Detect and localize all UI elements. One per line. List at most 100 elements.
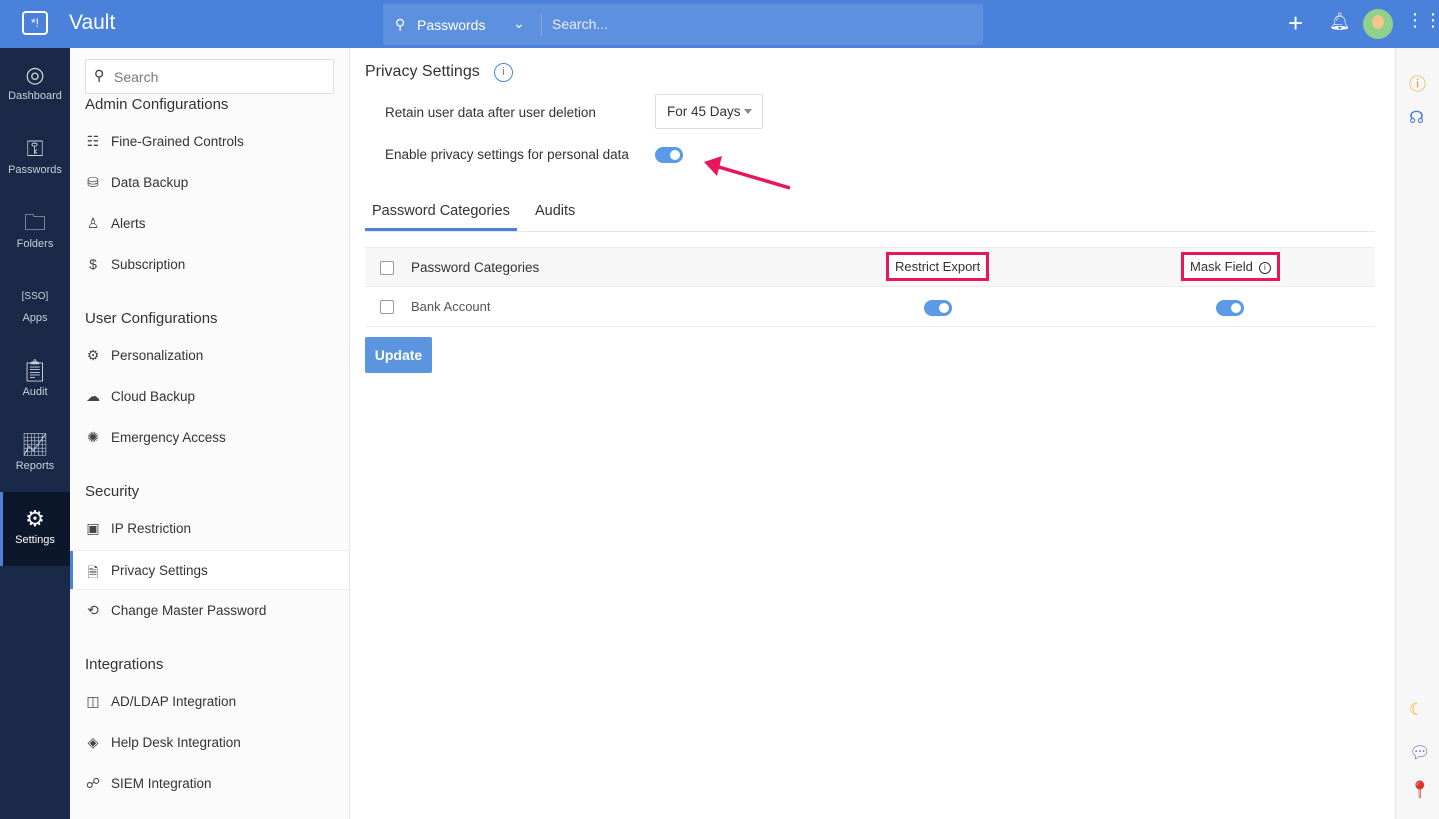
- sidebar-item-label: Change Master Password: [111, 603, 267, 618]
- app-title: Vault: [69, 11, 116, 34]
- annotation-arrow-icon: [704, 156, 791, 190]
- sidebar-item-alerts[interactable]: ♙ Alerts: [70, 204, 349, 244]
- nav-dashboard[interactable]: ◎ Dashboard: [0, 48, 70, 122]
- table-header-row: Password Categories Restrict Export Mask…: [365, 247, 1375, 287]
- nav-passwords[interactable]: ⚿ Passwords: [0, 122, 70, 196]
- nav-reports[interactable]: 📈︎ Reports: [0, 418, 70, 492]
- info-icon[interactable]: i: [494, 63, 513, 82]
- folder-icon: 🗀: [23, 210, 46, 235]
- sidebar-item-data-backup[interactable]: ⛁ Data Backup: [70, 163, 349, 203]
- group-title: User Configurations: [85, 310, 218, 327]
- chat-icon[interactable]: 💬︎: [1409, 743, 1431, 763]
- info-icon[interactable]: i: [1258, 262, 1271, 274]
- document-icon: 🗎: [87, 564, 99, 580]
- bell-icon[interactable]: 🔔︎: [1329, 12, 1351, 32]
- tab-bar: Password Categories Audits: [365, 198, 1375, 232]
- sidebar-item-label: Personalization: [111, 348, 204, 363]
- tab-audits[interactable]: Audits: [535, 203, 575, 219]
- select-all-checkbox[interactable]: [380, 261, 394, 275]
- nav-audit[interactable]: 📋︎ Audit: [0, 344, 70, 418]
- sidebar-item-ip-restriction[interactable]: ▣ IP Restriction: [70, 509, 349, 549]
- caret-down-icon: [744, 109, 752, 118]
- compass-icon: ◎: [25, 62, 45, 87]
- group-title: Integrations: [85, 656, 164, 673]
- sidebar-item-label: Alerts: [111, 216, 146, 231]
- sso-icon: [SSO]: [21, 291, 49, 302]
- settings-search-input[interactable]: ⚲ Search: [85, 59, 334, 94]
- sidebar-item-label: IP Restriction: [111, 521, 192, 536]
- sidebar-item-label: Privacy Settings: [111, 563, 208, 578]
- nav-apps[interactable]: [SSO] Apps: [0, 270, 70, 344]
- key-icon: ⚿: [26, 136, 44, 161]
- moon-icon[interactable]: ☾: [1409, 700, 1424, 720]
- nav-label: Audit: [22, 386, 48, 398]
- tab-password-categories[interactable]: Password Categories: [365, 203, 517, 231]
- nav-label: Passwords: [8, 164, 62, 176]
- sidebar-item-label: Help Desk Integration: [111, 735, 241, 750]
- directory-icon: ◫: [86, 693, 100, 709]
- select-value: For 45 Days: [667, 104, 741, 119]
- sidebar-item-label: Fine-Grained Controls: [111, 134, 244, 149]
- sidebar-item-label: SIEM Integration: [111, 776, 212, 791]
- search-icon: ⚲: [94, 67, 105, 83]
- settings-sidebar: ⚲ Search Admin Configurations ☷ Fine-Grain…: [70, 48, 350, 819]
- enable-privacy-toggle[interactable]: [655, 147, 683, 163]
- sidebar-item-label: AD/LDAP Integration: [111, 694, 237, 709]
- categories-table: Password Categories Restrict Export Mask…: [365, 247, 1375, 327]
- sliders-icon: ☷: [86, 133, 100, 149]
- restrict-export-toggle[interactable]: [924, 300, 952, 316]
- siem-icon: ☍: [85, 775, 101, 791]
- nav-folders[interactable]: 🗀 Folders: [0, 196, 70, 270]
- row-checkbox[interactable]: [380, 300, 394, 314]
- sidebar-item-fine-grained-controls[interactable]: ☷ Fine-Grained Controls: [70, 122, 349, 162]
- cloud-icon: ☁: [86, 388, 100, 404]
- retain-duration-select[interactable]: For 45 Days: [655, 94, 763, 129]
- global-search[interactable]: ⚲ Passwords ⌄ Search...: [383, 4, 983, 45]
- top-bar: *! Vault ⚲ Passwords ⌄ Search... + 🔔︎ ⋮⋮…: [0, 0, 1439, 48]
- main-content: Privacy Settings i Retain user data afte…: [350, 48, 1395, 819]
- help-icon[interactable]: ⓘ: [1409, 70, 1426, 95]
- divider: [541, 14, 542, 36]
- header-mask-field-label: Mask Field: [1190, 259, 1253, 274]
- sidebar-item-help-desk[interactable]: ◈ Help Desk Integration: [70, 723, 349, 763]
- sidebar-item-label: Subscription: [111, 257, 186, 272]
- sidebar-item-emergency-access[interactable]: ✺ Emergency Access: [70, 418, 349, 458]
- nav-label: Folders: [16, 238, 54, 250]
- emergency-icon: ✺: [87, 429, 99, 445]
- sidebar-item-privacy-settings[interactable]: 🗎 Privacy Settings: [70, 550, 349, 590]
- nav-label: Apps: [22, 312, 48, 324]
- sidebar-item-label: Emergency Access: [111, 430, 226, 445]
- header-password-categories: Password Categories: [411, 260, 540, 275]
- key-cycle-icon: ⟲: [87, 602, 99, 618]
- sidebar-item-subscription[interactable]: $ Subscription: [70, 245, 349, 285]
- monitor-icon: ▣: [86, 520, 100, 536]
- sidebar-item-siem[interactable]: ☍ SIEM Integration: [70, 764, 349, 804]
- sidebar-item-ad-ldap[interactable]: ◫ AD/LDAP Integration: [70, 682, 349, 722]
- apps-grid-icon[interactable]: ⋮⋮⋮: [1406, 10, 1439, 31]
- nav-settings[interactable]: ⚙ Settings: [0, 492, 70, 566]
- gear-icon: ⚙: [25, 506, 45, 531]
- vault-logo-icon: *!: [22, 11, 48, 35]
- page-title: Privacy Settings: [365, 63, 480, 80]
- mask-field-toggle[interactable]: [1216, 300, 1244, 316]
- sidebar-item-cloud-backup[interactable]: ☁ Cloud Backup: [70, 377, 349, 417]
- location-pin-icon[interactable]: 📍︎: [1409, 780, 1431, 800]
- avatar[interactable]: [1363, 9, 1393, 39]
- sidebar-item-personalization[interactable]: ⚙ Personalization: [70, 336, 349, 376]
- nav-label: Settings: [15, 534, 55, 546]
- nav-label: Reports: [15, 460, 55, 472]
- header-restrict-export: Restrict Export: [886, 252, 990, 281]
- search-icon: ⚲: [395, 16, 406, 32]
- gear-icon: ⚙: [86, 347, 100, 363]
- chevron-down-icon[interactable]: ⌄: [513, 15, 525, 32]
- nav-label: Dashboard: [8, 90, 62, 102]
- search-input[interactable]: Search...: [552, 16, 608, 32]
- ticket-icon: ◈: [87, 734, 99, 750]
- search-placeholder: Search: [114, 69, 159, 85]
- add-icon[interactable]: +: [1288, 8, 1303, 39]
- sidebar-item-change-master-password[interactable]: ⟲ Change Master Password: [70, 591, 349, 631]
- headset-icon[interactable]: ☊: [1409, 108, 1424, 128]
- update-button[interactable]: Update: [365, 337, 432, 373]
- enable-privacy-label: Enable privacy settings for personal dat…: [385, 147, 629, 162]
- search-category-select[interactable]: Passwords: [417, 17, 485, 33]
